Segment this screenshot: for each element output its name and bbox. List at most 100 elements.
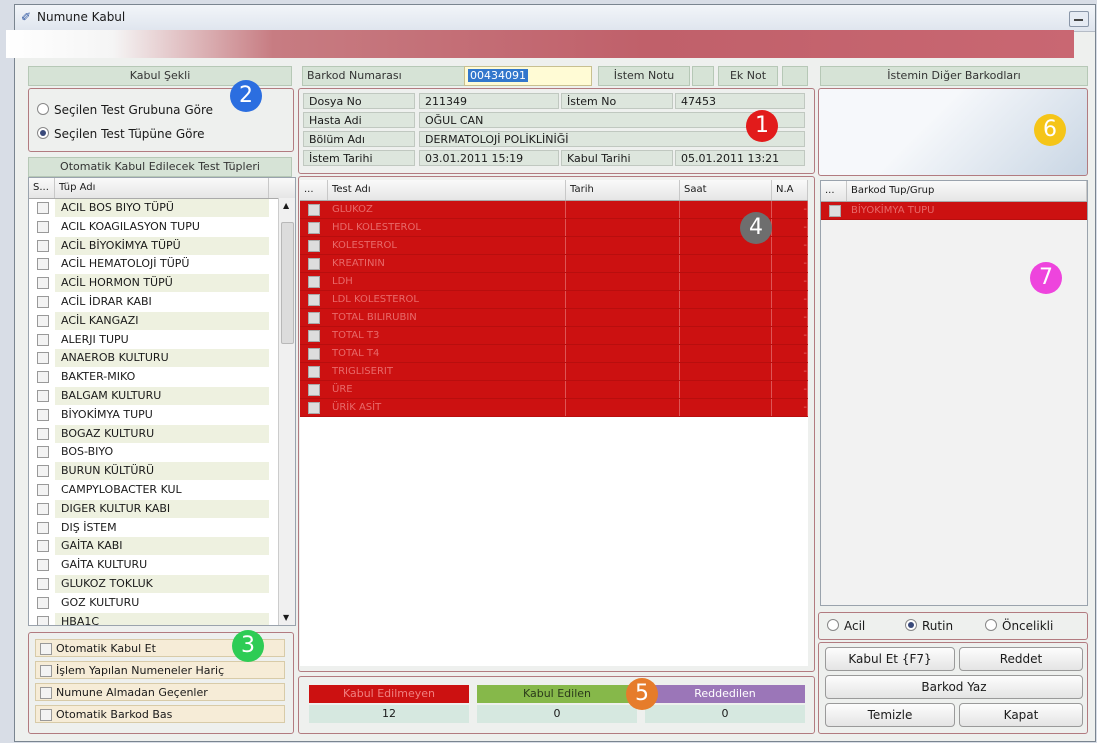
reddet-button[interactable]: Reddet xyxy=(959,647,1083,671)
row-checkbox[interactable] xyxy=(308,240,320,252)
row-checkbox[interactable] xyxy=(37,333,49,346)
tup-row[interactable]: BAKTER-MIKO xyxy=(29,368,277,387)
row-checkbox[interactable] xyxy=(37,239,49,252)
row-checkbox[interactable] xyxy=(37,465,49,478)
barkod-yaz-button[interactable]: Barkod Yaz xyxy=(825,675,1083,699)
test-row[interactable]: LDL KOLESTEROL - xyxy=(300,291,808,309)
col-test-adi[interactable]: Test Adı xyxy=(328,180,566,200)
test-row[interactable]: TOTAL BILIRUBIN - xyxy=(300,309,808,327)
row-checkbox[interactable] xyxy=(37,578,49,590)
ek-not-button[interactable]: Ek Not xyxy=(718,66,778,86)
row-checkbox[interactable] xyxy=(37,296,49,308)
barcode-row[interactable]: BİYOKİMYA TUPU xyxy=(821,202,1087,220)
row-checkbox[interactable] xyxy=(829,205,841,217)
row-checkbox[interactable] xyxy=(308,384,320,396)
test-row[interactable]: TOTAL T4 - xyxy=(300,345,808,363)
row-checkbox[interactable] xyxy=(308,222,320,234)
tup-row[interactable]: BURUN KÜLTÜRÜ xyxy=(29,462,277,481)
col-dots[interactable]: ... xyxy=(821,181,847,201)
row-checkbox[interactable] xyxy=(37,446,49,459)
kapat-button[interactable]: Kapat xyxy=(959,703,1083,727)
tup-row[interactable]: GLUKOZ TOKLUK xyxy=(29,575,277,593)
opt-islem-haric[interactable]: İşlem Yapılan Numeneler Hariç xyxy=(35,661,285,679)
row-checkbox[interactable] xyxy=(308,294,320,306)
test-row[interactable]: TRIGLISERIT - xyxy=(300,363,808,381)
tup-row[interactable]: DIGER KULTUR KABI xyxy=(29,499,277,518)
row-checkbox[interactable] xyxy=(308,402,320,414)
test-row[interactable]: KOLESTEROL - xyxy=(300,237,808,255)
col-tarih[interactable]: Tarih xyxy=(566,180,680,200)
tup-row[interactable]: GAİTA KULTURU xyxy=(29,556,277,575)
tup-row[interactable]: ACİL HORMON TÜPÜ xyxy=(29,274,277,293)
row-checkbox[interactable] xyxy=(37,521,49,534)
tup-row[interactable]: DIŞ İSTEM xyxy=(29,518,277,537)
row-checkbox[interactable] xyxy=(308,366,320,378)
tup-row[interactable]: BALGAM KULTURU xyxy=(29,387,277,405)
row-checkbox[interactable] xyxy=(37,502,49,515)
row-checkbox[interactable] xyxy=(37,408,49,421)
opt-numune-almadan[interactable]: Numune Almadan Geçenler xyxy=(35,683,285,701)
checkbox[interactable] xyxy=(40,665,52,677)
test-row[interactable]: ÜRİK ASİT - xyxy=(300,399,808,417)
tup-row[interactable]: ACIL BOS BIYO TÜPÜ xyxy=(29,199,277,217)
row-checkbox[interactable] xyxy=(37,540,49,553)
tup-list-scrollbar[interactable]: ▲ ▼ xyxy=(278,198,295,625)
temizle-button[interactable]: Temizle xyxy=(825,703,955,727)
row-checkbox[interactable] xyxy=(37,314,49,327)
radio-acil[interactable]: Acil xyxy=(827,619,865,633)
row-checkbox[interactable] xyxy=(37,277,49,290)
col-s[interactable]: S... xyxy=(29,178,55,198)
radio-oncelikli[interactable]: Öncelikli xyxy=(985,619,1053,633)
minimize-button[interactable] xyxy=(1069,11,1089,27)
tup-row[interactable]: ALERJI TUPU xyxy=(29,330,277,349)
istem-notu-button[interactable]: İstem Notu xyxy=(598,66,690,86)
row-checkbox[interactable] xyxy=(37,484,49,496)
row-checkbox[interactable] xyxy=(37,390,49,402)
checkbox[interactable] xyxy=(40,687,52,699)
tup-row[interactable]: GAİTA KABI xyxy=(29,537,277,556)
opt-otomatik-barkod[interactable]: Otomatik Barkod Bas xyxy=(35,705,285,723)
col-na[interactable]: N.A xyxy=(772,180,808,200)
checkbox[interactable] xyxy=(40,709,52,721)
row-checkbox[interactable] xyxy=(308,312,320,324)
test-row[interactable]: KREATININ - xyxy=(300,255,808,273)
row-checkbox[interactable] xyxy=(37,220,49,233)
col-dots[interactable]: ... xyxy=(300,180,328,200)
col-saat[interactable]: Saat xyxy=(680,180,772,200)
tup-row[interactable]: GOZ KULTURU xyxy=(29,593,277,612)
row-checkbox[interactable] xyxy=(308,330,320,342)
test-row[interactable]: LDH - xyxy=(300,273,808,291)
tup-row[interactable]: HBA1C xyxy=(29,612,277,625)
tup-row[interactable]: ACİL BİYOKİMYA TÜPÜ xyxy=(29,236,277,255)
tup-row[interactable]: BİYOKİMYA TUPU xyxy=(29,405,277,424)
tup-row[interactable]: ACIL KOAGILASYON TUPU xyxy=(29,217,277,236)
row-checkbox[interactable] xyxy=(308,276,320,288)
scroll-thumb[interactable] xyxy=(281,222,294,344)
test-row[interactable]: TOTAL T3 - xyxy=(300,327,808,345)
test-row[interactable]: GLUKOZ - xyxy=(300,201,808,219)
tup-row[interactable]: ACİL KANGAZI xyxy=(29,311,277,330)
row-checkbox[interactable] xyxy=(37,202,49,214)
tup-row[interactable]: ACİL İDRAR KABI xyxy=(29,293,277,311)
radio-test-tupu[interactable]: Seçilen Test Tüpüne Göre xyxy=(37,127,205,141)
kabul-et-button[interactable]: Kabul Et {F7} xyxy=(825,647,955,671)
tup-row[interactable]: ANAEROB KULTURU xyxy=(29,349,277,368)
tup-row[interactable]: CAMPYLOBACTER KUL xyxy=(29,481,277,499)
tup-row[interactable]: BOGAZ KULTURU xyxy=(29,424,277,443)
row-checkbox[interactable] xyxy=(37,596,49,609)
row-checkbox[interactable] xyxy=(37,352,49,365)
tup-row[interactable]: BOS-BIYO xyxy=(29,443,277,462)
radio-test-grubu[interactable]: Seçilen Test Grubuna Göre xyxy=(37,103,213,117)
row-checkbox[interactable] xyxy=(37,427,49,440)
col-tup-adi[interactable]: Tüp Adı xyxy=(55,178,269,198)
row-checkbox[interactable] xyxy=(37,615,49,625)
barkod-input[interactable]: 00434091 xyxy=(464,66,592,86)
row-checkbox[interactable] xyxy=(308,258,320,270)
col-barkod-tup[interactable]: Barkod Tup/Grup xyxy=(847,181,1087,201)
tup-row[interactable]: ACİL HEMATOLOJİ TÜPÜ xyxy=(29,255,277,274)
row-checkbox[interactable] xyxy=(37,371,49,384)
row-checkbox[interactable] xyxy=(37,559,49,572)
scroll-down-icon[interactable]: ▼ xyxy=(283,613,289,622)
row-checkbox[interactable] xyxy=(37,258,49,271)
row-checkbox[interactable] xyxy=(308,348,320,360)
